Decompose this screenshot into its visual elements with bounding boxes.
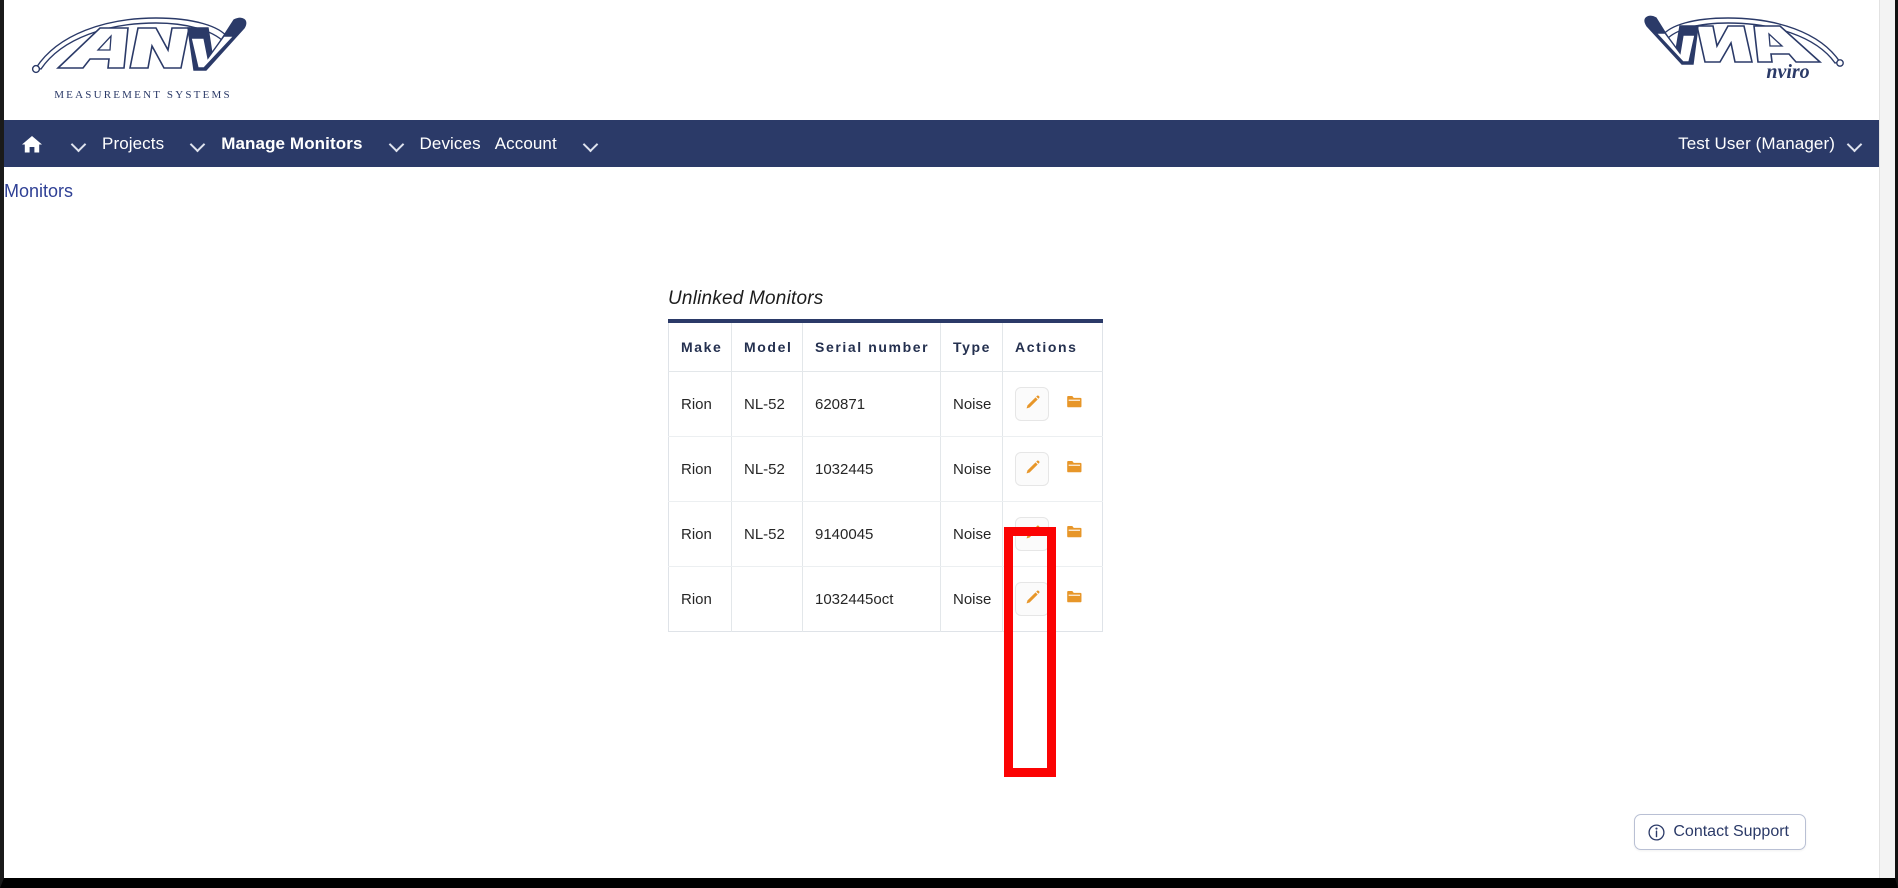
archive-monitor-button[interactable] xyxy=(1057,387,1091,421)
chevron-down-icon xyxy=(388,135,406,153)
column-header-type: Type xyxy=(940,321,1003,372)
page-title: Unlinked Monitors xyxy=(668,288,824,309)
column-header-model: Model xyxy=(731,321,803,372)
main-navigation-bar: Projects Manage Monitors Devices Account xyxy=(4,120,1882,167)
nav-account-dropdown-toggle[interactable] xyxy=(564,120,607,167)
nav-item-devices[interactable]: Devices xyxy=(413,120,488,167)
nav-home-dropdown-toggle[interactable] xyxy=(52,120,95,167)
nav-item-manage-monitors-label: Manage Monitors xyxy=(221,133,363,153)
cell-make: Rion xyxy=(668,436,732,502)
folder-icon xyxy=(1066,459,1083,479)
right-logo-tagline-text: nviro xyxy=(1766,61,1809,82)
cell-serial: 9140045 xyxy=(802,501,941,567)
nav-item-account[interactable]: Account xyxy=(488,120,564,167)
nav-item-manage-monitors[interactable]: Manage Monitors xyxy=(214,120,369,167)
cell-actions xyxy=(1003,567,1103,632)
archive-monitor-button[interactable] xyxy=(1057,452,1091,486)
cell-make: Rion xyxy=(668,566,732,632)
anv-enviro-logo[interactable]: nviro xyxy=(1636,10,1846,106)
nav-item-home[interactable] xyxy=(14,120,52,167)
edit-icon xyxy=(1024,459,1041,480)
unlinked-monitors-table: Make Model Serial number Type Actions Ri… xyxy=(668,319,1103,632)
cell-type: Noise xyxy=(940,566,1003,632)
nav-item-projects-label: Projects xyxy=(102,133,165,153)
nav-user-area[interactable]: Test User (Manager) xyxy=(1678,134,1882,154)
unlinked-monitors-panel: Unlinked Monitors Make Model Serial numb… xyxy=(668,288,1103,632)
edit-monitor-button[interactable] xyxy=(1015,517,1049,551)
chevron-down-icon xyxy=(1846,135,1864,153)
edit-monitor-button[interactable] xyxy=(1015,387,1049,421)
edit-icon xyxy=(1024,589,1041,610)
cell-serial: 620871 xyxy=(802,371,941,437)
chevron-down-icon xyxy=(189,135,207,153)
anv-enviro-logo-mark: nviro xyxy=(1644,15,1844,83)
edit-icon xyxy=(1024,524,1041,545)
cell-actions xyxy=(1002,501,1103,567)
folder-icon xyxy=(1066,589,1083,609)
breadcrumb: Monitors xyxy=(4,167,1882,205)
table-body: Rion NL-52 620871 Noise Rion NL-52 1032445 Nois… xyxy=(668,371,1103,632)
folder-icon xyxy=(1066,524,1083,544)
cell-actions xyxy=(1002,436,1103,502)
screenshot-frame: MEASUREMENT SYSTEMS nviro Projects Manag… xyxy=(0,0,1898,888)
site-header: MEASUREMENT SYSTEMS nviro xyxy=(4,0,1882,120)
chevron-down-icon xyxy=(70,135,88,153)
home-icon xyxy=(21,134,43,154)
table-row: Rion NL-52 1032445 Noise xyxy=(668,436,1103,502)
column-header-serial: Serial number xyxy=(802,321,941,372)
nav-manage-monitors-dropdown-toggle[interactable] xyxy=(370,120,413,167)
cell-model: NL-52 xyxy=(731,501,803,567)
nav-item-account-label: Account xyxy=(494,133,557,153)
table-row: Rion NL-52 9140045 Noise xyxy=(668,501,1103,567)
contact-support-label: Contact Support xyxy=(1673,823,1789,840)
table-header-row: Make Model Serial number Type Actions xyxy=(668,321,1103,372)
cell-actions xyxy=(1002,371,1103,437)
cell-make: Rion xyxy=(668,371,732,437)
main-content: Unlinked Monitors Make Model Serial numb… xyxy=(4,205,1882,865)
nav-item-devices-label: Devices xyxy=(419,133,481,153)
cell-model xyxy=(731,566,803,632)
table-row: Rion NL-52 620871 Noise xyxy=(668,371,1103,437)
contact-support-button[interactable]: Contact Support xyxy=(1634,814,1806,850)
page-scrollbar[interactable] xyxy=(1879,0,1895,878)
anv-logo-mark xyxy=(31,17,247,74)
cell-model: NL-52 xyxy=(731,436,803,502)
breadcrumb-link-monitors[interactable]: Monitors xyxy=(4,181,73,201)
cell-type: Noise xyxy=(940,501,1003,567)
anv-measurement-systems-logo[interactable]: MEASUREMENT SYSTEMS xyxy=(28,12,258,104)
nav-item-projects[interactable]: Projects xyxy=(95,120,171,167)
table-row: Rion 1032445oct Noise xyxy=(668,566,1103,632)
column-header-make: Make xyxy=(668,321,732,372)
edit-monitor-button[interactable] xyxy=(1015,582,1049,616)
chevron-down-icon xyxy=(582,135,600,153)
nav-user-label: Test User (Manager) xyxy=(1678,133,1835,153)
edit-monitor-button[interactable] xyxy=(1015,452,1049,486)
cell-make: Rion xyxy=(668,501,732,567)
cell-serial: 1032445oct xyxy=(802,566,941,632)
info-circle-icon xyxy=(1648,823,1665,841)
folder-icon xyxy=(1066,394,1083,414)
page-root: MEASUREMENT SYSTEMS nviro Projects Manag… xyxy=(4,0,1882,878)
edit-icon xyxy=(1024,394,1041,415)
cell-type: Noise xyxy=(940,436,1003,502)
archive-monitor-button[interactable] xyxy=(1057,582,1091,616)
column-header-actions: Actions xyxy=(1002,321,1103,372)
left-logo-tagline: MEASUREMENT SYSTEMS xyxy=(54,89,232,101)
archive-monitor-button[interactable] xyxy=(1057,517,1091,551)
cell-type: Noise xyxy=(940,371,1003,437)
cell-serial: 1032445 xyxy=(802,436,941,502)
cell-model: NL-52 xyxy=(731,371,803,437)
nav-projects-dropdown-toggle[interactable] xyxy=(171,120,214,167)
